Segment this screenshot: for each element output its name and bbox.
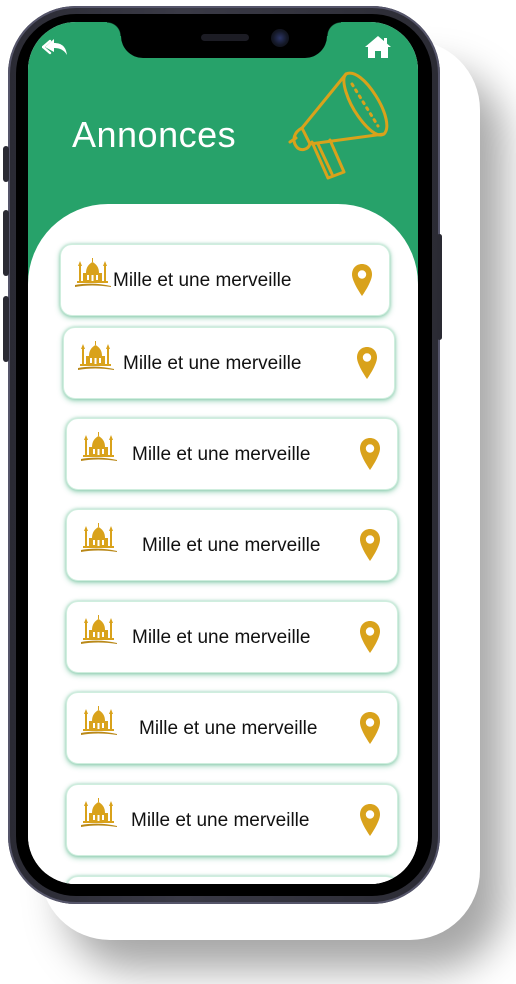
announcement-list: Mille et une merveille Mille et une merv…: [28, 22, 418, 884]
mute-switch: [3, 146, 9, 182]
map-pin-icon[interactable]: [356, 346, 378, 380]
announcement-title: Mille et une merveille: [142, 535, 321, 556]
announcement-title: Mille et une merveille: [132, 444, 311, 465]
mosque-icon: [81, 797, 117, 829]
map-pin-icon[interactable]: [351, 263, 373, 297]
announcement-card[interactable]: Mille et une merveille: [63, 327, 395, 399]
power-button: [437, 234, 442, 340]
announcement-card[interactable]: Mille et une merveille: [66, 601, 398, 673]
mosque-icon: [81, 522, 117, 554]
mosque-icon: [78, 340, 114, 372]
map-pin-icon[interactable]: [359, 711, 381, 745]
mosque-icon: [81, 614, 117, 646]
mosque-icon: [81, 431, 117, 463]
announcement-card[interactable]: Mille et une merveille: [66, 418, 398, 490]
announcement-title: Mille et une merveille: [123, 353, 302, 374]
volume-down-button: [3, 296, 9, 362]
map-pin-icon[interactable]: [359, 803, 381, 837]
announcement-title: Mille et une merveille: [131, 810, 310, 831]
volume-up-button: [3, 210, 9, 276]
announcement-title: Mille et une merveille: [113, 270, 292, 291]
mosque-icon: [75, 257, 111, 289]
map-pin-icon[interactable]: [359, 528, 381, 562]
announcement-title: Mille et une merveille: [132, 627, 311, 648]
announcement-card[interactable]: Mille et une merveille: [66, 509, 398, 581]
announcement-card[interactable]: Mille et une merveille: [66, 692, 398, 764]
map-pin-icon[interactable]: [359, 620, 381, 654]
announcement-card[interactable]: Mille et une merveille: [66, 784, 398, 856]
mosque-icon: [81, 705, 117, 737]
announcement-title: Mille et une merveille: [139, 718, 318, 739]
announcement-card[interactable]: Mille et une merveille: [60, 244, 390, 316]
app-screen: Annonces Mille et une merveille Mille et…: [28, 22, 418, 884]
announcement-card-partial[interactable]: [66, 876, 398, 884]
map-pin-icon[interactable]: [359, 437, 381, 471]
